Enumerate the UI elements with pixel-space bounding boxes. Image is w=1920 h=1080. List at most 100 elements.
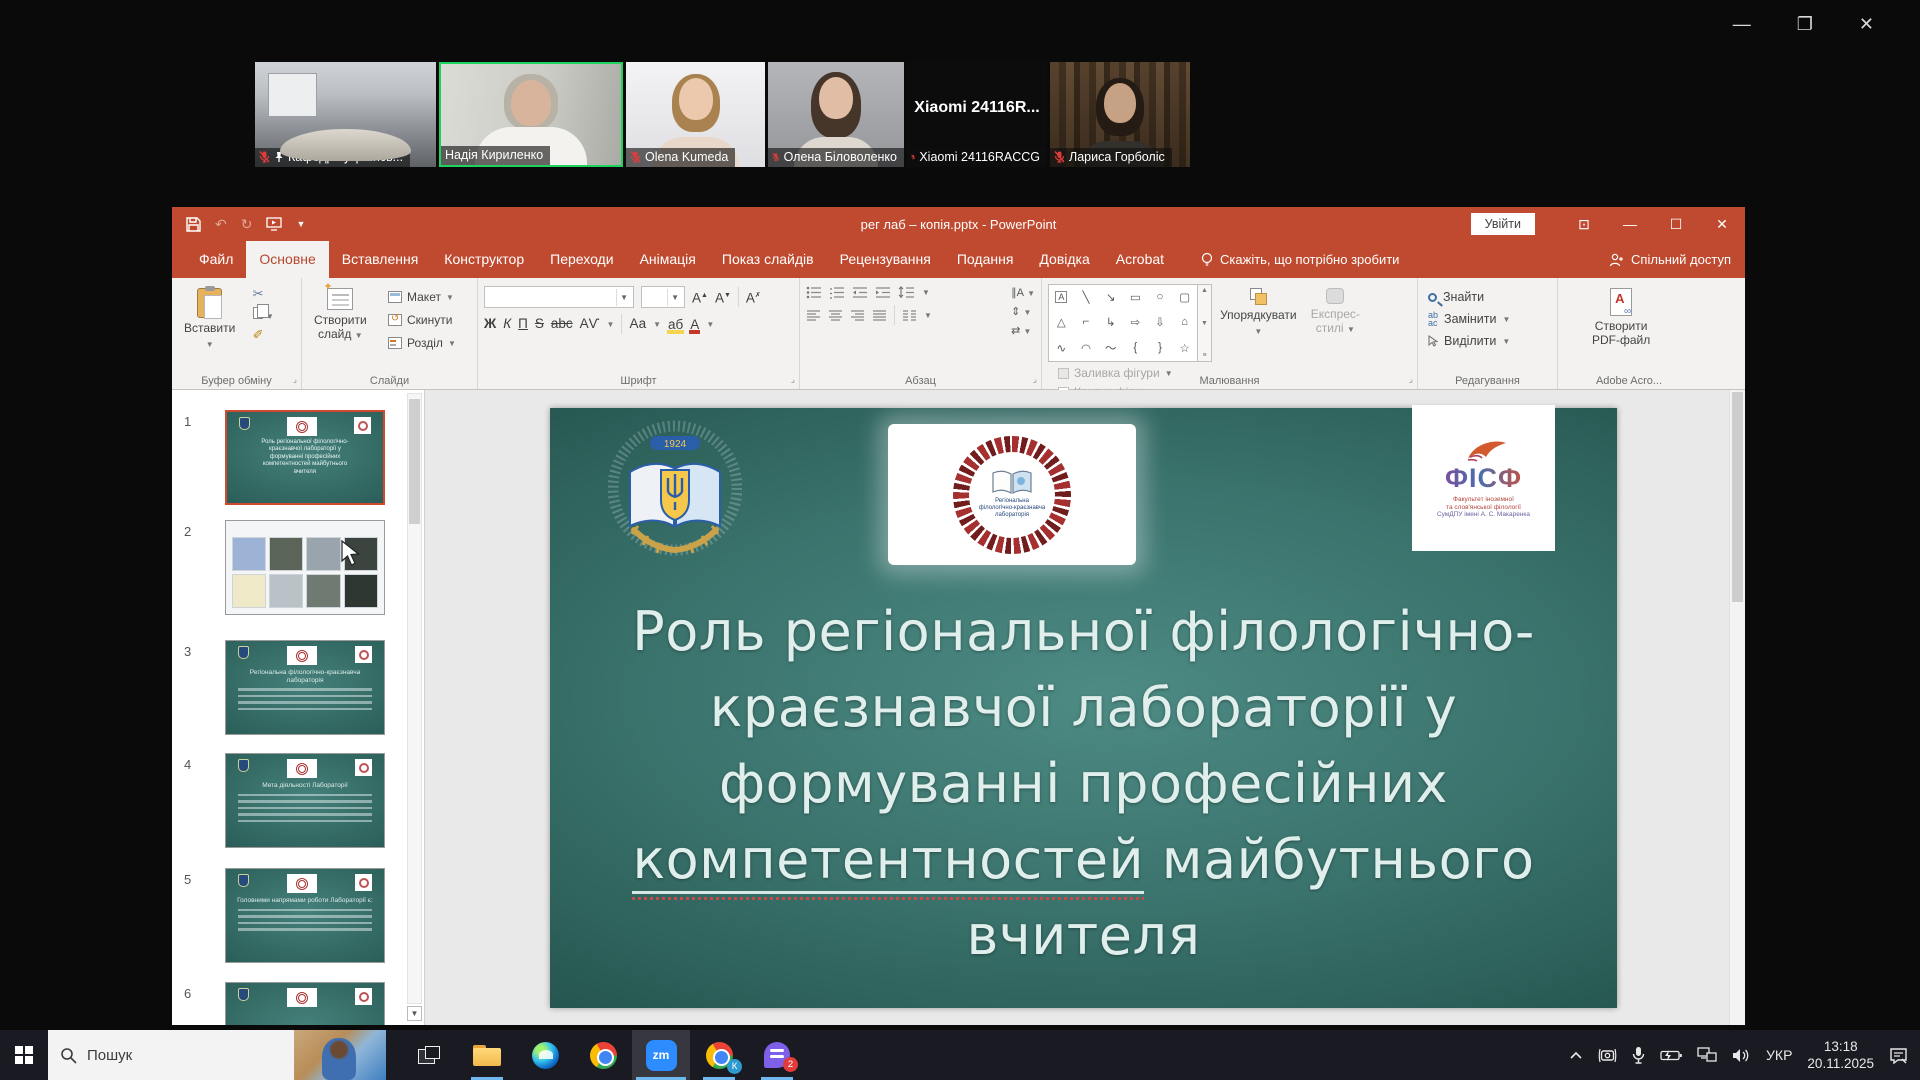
- select-button[interactable]: Виділити▼: [1428, 334, 1547, 348]
- tab-довідка[interactable]: Довідка: [1026, 241, 1102, 278]
- align-center-icon[interactable]: [828, 309, 843, 322]
- align-left-icon[interactable]: [806, 309, 821, 322]
- layout-button[interactable]: Макет▼: [384, 287, 460, 307]
- start-slideshow-icon[interactable]: [266, 217, 282, 231]
- tell-me-box[interactable]: Скажіть, що потрібно зробити: [1201, 241, 1399, 278]
- tab-анімація[interactable]: Анімація: [627, 241, 709, 278]
- align-text-button[interactable]: ⇕ ▼: [1011, 305, 1035, 318]
- start-button[interactable]: [0, 1030, 48, 1080]
- drawing-dialog-launcher[interactable]: ⌟: [1409, 374, 1413, 385]
- shape-option-5[interactable]: ▢: [1179, 290, 1190, 304]
- font-dialog-launcher[interactable]: ⌟: [791, 374, 795, 385]
- tray-chevron-up-icon[interactable]: [1569, 1051, 1583, 1060]
- font-style-button-4[interactable]: abc: [551, 316, 573, 332]
- ppt-maximize-button[interactable]: ☐: [1653, 216, 1699, 233]
- font-color-button[interactable]: А: [690, 318, 699, 331]
- shape-option-8[interactable]: ↳: [1106, 315, 1116, 329]
- slide-thumbnail-1[interactable]: Роль регіональної філологічно-краєзнавчо…: [225, 410, 385, 505]
- participant-tile-5[interactable]: Xiaomi 24116R...Xiaomi 24116RACCG: [907, 62, 1047, 167]
- tab-вставлення[interactable]: Вставлення: [329, 241, 432, 278]
- font-style-button-1[interactable]: К: [503, 316, 511, 332]
- ribbon-display-options-icon[interactable]: ⊡: [1561, 216, 1607, 233]
- zoom-close-button[interactable]: ✕: [1859, 10, 1874, 38]
- reset-button[interactable]: Скинути: [384, 310, 460, 330]
- font-style-button-5[interactable]: АѴ: [580, 316, 600, 332]
- shape-option-3[interactable]: ▭: [1130, 290, 1141, 304]
- convert-smartart-button[interactable]: ⇄ ▼: [1011, 324, 1035, 337]
- taskbar-app-edge[interactable]: [516, 1030, 574, 1080]
- taskbar-app-chrome[interactable]: [574, 1030, 632, 1080]
- shape-option-13[interactable]: ◠: [1081, 341, 1091, 355]
- taskbar-clock[interactable]: 13:18 20.11.2025: [1807, 1038, 1874, 1072]
- qat-customize-icon[interactable]: ▼: [296, 219, 305, 229]
- increase-font-size-button[interactable]: А▲: [692, 288, 708, 307]
- tab-acrobat[interactable]: Acrobat: [1103, 241, 1177, 278]
- shape-option-15[interactable]: {: [1133, 342, 1137, 354]
- arrange-button[interactable]: Упорядкувати▼: [1215, 284, 1301, 340]
- clear-formatting-button[interactable]: А✗: [746, 288, 761, 307]
- slide-thumbnail-2[interactable]: [225, 520, 385, 615]
- find-button[interactable]: Знайти: [1428, 290, 1547, 304]
- font-style-button-3[interactable]: S: [535, 316, 544, 332]
- taskbar-app-viber[interactable]: 2: [748, 1030, 806, 1080]
- text-direction-button[interactable]: ∥А ▼: [1011, 286, 1035, 299]
- shapes-gallery[interactable]: A╲↘▭○▢△⌐↳⇨⇩⌂∿◠〜{}☆: [1048, 284, 1198, 362]
- decrease-font-size-button[interactable]: А▼: [715, 288, 731, 307]
- thumbnail-scrollbar[interactable]: [407, 393, 422, 1004]
- undo-icon[interactable]: ↶: [215, 216, 227, 233]
- redo-icon[interactable]: ↻: [241, 216, 253, 233]
- increase-indent-icon[interactable]: [875, 286, 891, 299]
- shape-option-16[interactable]: }: [1158, 342, 1162, 354]
- sign-in-button[interactable]: Увійти: [1471, 213, 1535, 235]
- shape-option-6[interactable]: △: [1057, 315, 1066, 329]
- shape-option-2[interactable]: ↘: [1106, 290, 1116, 304]
- tab-основне[interactable]: Основне: [246, 241, 328, 278]
- slide-thumbnail-4[interactable]: Мета діяльності Лабораторії: [225, 753, 385, 848]
- participant-tile-1[interactable]: Кафедра українсь...: [255, 62, 436, 167]
- save-icon[interactable]: [186, 217, 201, 232]
- action-center-icon[interactable]: [1889, 1047, 1908, 1064]
- tray-network-icon[interactable]: [1697, 1047, 1717, 1063]
- decrease-indent-icon[interactable]: [852, 286, 868, 299]
- taskbar-app-taskview[interactable]: [400, 1030, 458, 1080]
- taskbar-app-explorer[interactable]: [458, 1030, 516, 1080]
- font-name-combo[interactable]: ▼: [484, 286, 634, 308]
- canvas-scrollbar[interactable]: [1729, 390, 1745, 1025]
- taskbar-app-zoom[interactable]: zm: [632, 1030, 690, 1080]
- tab-файл[interactable]: Файл: [186, 241, 246, 278]
- tab-рецензування[interactable]: Рецензування: [827, 241, 944, 278]
- tab-переходи[interactable]: Переходи: [537, 241, 626, 278]
- participant-tile-2[interactable]: Надія Кириленко: [439, 62, 623, 167]
- format-painter-button[interactable]: ✐: [253, 328, 274, 342]
- zoom-minimize-button[interactable]: —: [1733, 10, 1751, 38]
- participant-tile-6[interactable]: Лариса Горболіс: [1050, 62, 1190, 167]
- font-style-button-2[interactable]: П: [518, 316, 528, 332]
- slide-thumbnail-5[interactable]: Головними напрямами роботи Лабораторії є…: [225, 868, 385, 963]
- ppt-close-button[interactable]: ✕: [1699, 216, 1745, 233]
- shape-option-9[interactable]: ⇨: [1131, 315, 1141, 329]
- shape-option-4[interactable]: ○: [1157, 291, 1164, 303]
- font-size-combo[interactable]: ▼: [641, 286, 685, 308]
- align-right-icon[interactable]: [850, 309, 865, 322]
- taskbar-app-chrome-k[interactable]: К: [690, 1030, 748, 1080]
- numbering-icon[interactable]: [829, 286, 845, 299]
- copy-button[interactable]: ▼: [253, 307, 274, 322]
- tab-подання[interactable]: Подання: [944, 241, 1027, 278]
- zoom-restore-button[interactable]: ❐: [1797, 10, 1813, 38]
- paragraph-dialog-launcher[interactable]: ⌟: [1033, 374, 1037, 385]
- bullets-icon[interactable]: [806, 286, 822, 299]
- shape-option-14[interactable]: 〜: [1105, 340, 1117, 356]
- cut-button[interactable]: ✂: [253, 287, 274, 301]
- language-indicator[interactable]: УКР: [1766, 1047, 1792, 1063]
- ppt-minimize-button[interactable]: —: [1607, 216, 1653, 232]
- tray-camera-icon[interactable]: [1598, 1047, 1617, 1064]
- shape-option-7[interactable]: ⌐: [1083, 316, 1090, 328]
- clipboard-dialog-launcher[interactable]: ⌟: [293, 374, 297, 385]
- participant-tile-4[interactable]: Олена Біловоленко: [768, 62, 904, 167]
- slide-title-text[interactable]: Роль регіональної філологічно-краєзнавчо…: [578, 594, 1589, 974]
- tray-volume-icon[interactable]: [1732, 1048, 1751, 1063]
- canvas-scrollbar-thumb[interactable]: [1732, 392, 1743, 602]
- shape-option-12[interactable]: ∿: [1057, 341, 1067, 355]
- section-button[interactable]: Розділ▼: [384, 333, 460, 353]
- participant-tile-3[interactable]: Olena Kumeda: [626, 62, 765, 167]
